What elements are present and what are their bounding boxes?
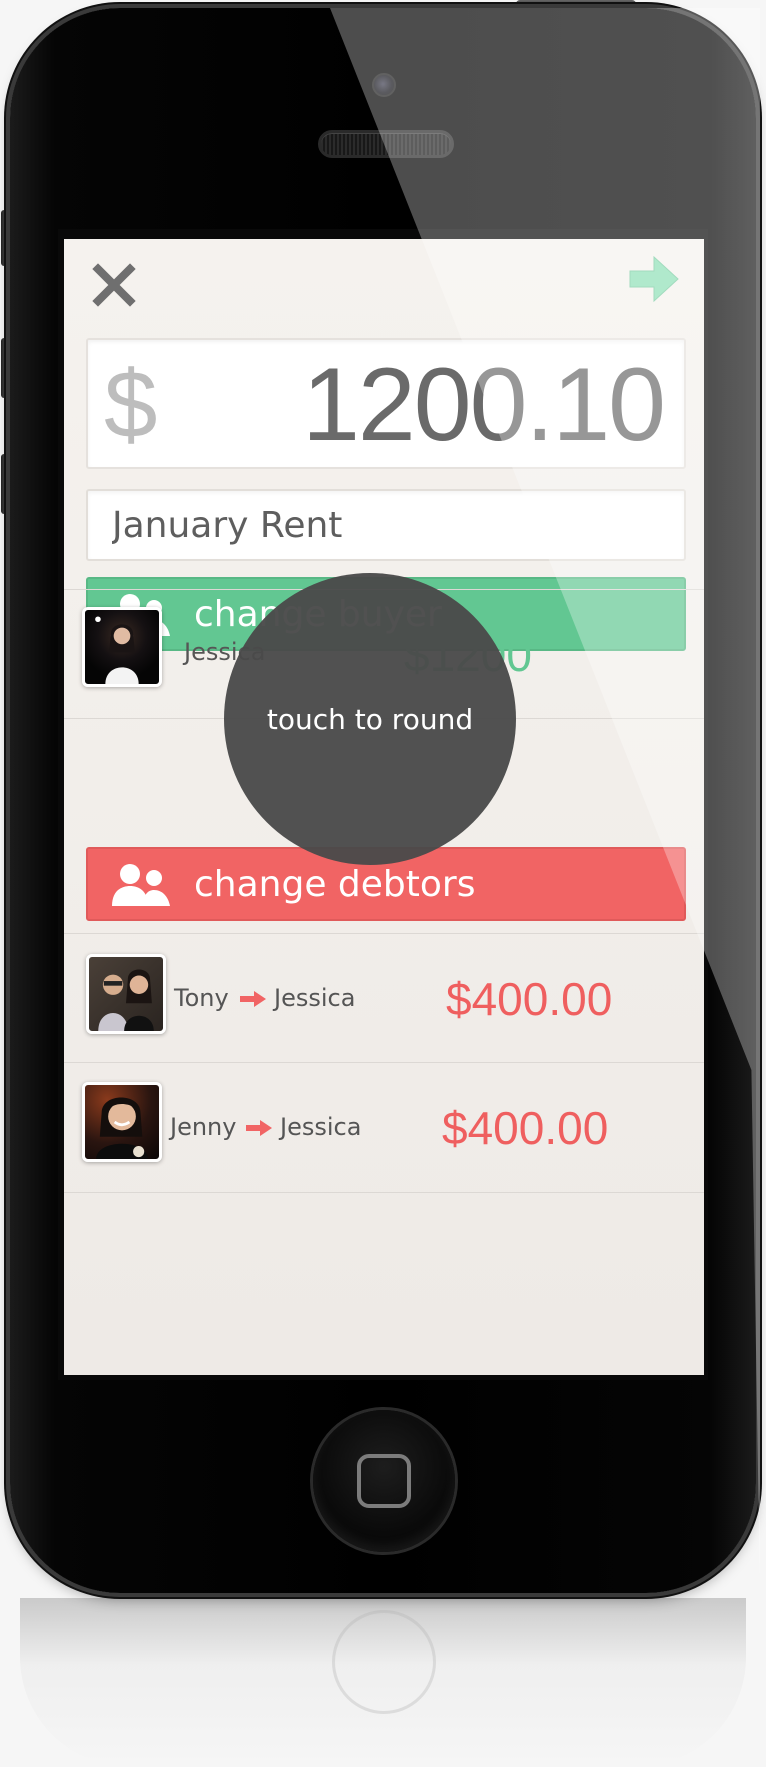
debtor-to-name: Jessica [274, 984, 356, 1012]
reflection-home-ring [332, 1610, 436, 1714]
touch-to-round-label: touch to round [266, 702, 474, 736]
change-debtors-label: change debtors [194, 863, 476, 905]
debtor-from-name: Tony [174, 984, 229, 1012]
debtor-row[interactable]: Jenny Jessica $400.00 [64, 1063, 704, 1193]
buyer-avatar [82, 607, 162, 687]
earpiece-speaker [318, 130, 454, 158]
home-button[interactable] [313, 1410, 455, 1552]
arrow-right-icon[interactable] [626, 251, 682, 307]
debtor-amount[interactable]: $400.00 [446, 972, 612, 1026]
amount-input[interactable] [224, 346, 664, 465]
arrow-right-icon [246, 1120, 272, 1136]
arrow-right-icon [240, 991, 266, 1007]
close-icon[interactable] [92, 263, 136, 307]
debtor-avatar [86, 954, 166, 1034]
touch-to-round-hint[interactable]: touch to round [224, 573, 516, 865]
amount-field[interactable]: $ [86, 338, 686, 469]
home-square-icon [357, 1454, 411, 1508]
debtor-from-name: Jenny [170, 1113, 237, 1141]
app-screen: $ change buyer Jessica $1200 [64, 239, 704, 1375]
description-input[interactable] [112, 505, 652, 546]
debtor-row[interactable]: Tony Jessica $400.00 [64, 933, 704, 1063]
front-camera [372, 73, 396, 97]
people-icon [112, 864, 170, 906]
debtor-avatar [82, 1082, 162, 1162]
description-field[interactable] [86, 489, 686, 561]
debtor-amount[interactable]: $400.00 [442, 1101, 608, 1155]
debtor-to-name: Jessica [280, 1113, 362, 1141]
currency-symbol: $ [104, 351, 158, 458]
